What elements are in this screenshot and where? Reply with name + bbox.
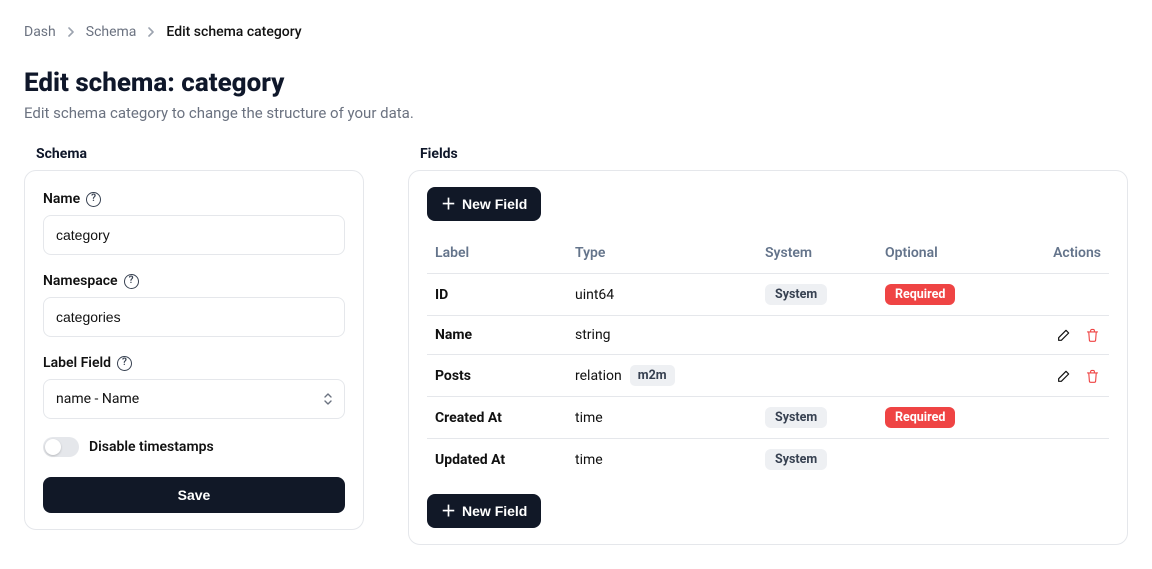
system-badge: System [765, 449, 827, 470]
table-row: Namestring [427, 316, 1109, 355]
breadcrumb-dash[interactable]: Dash [24, 24, 56, 40]
trash-icon[interactable] [1083, 326, 1101, 344]
namespace-label: Namespace ? [43, 273, 345, 289]
field-system: System [765, 284, 885, 305]
edit-icon[interactable] [1055, 326, 1073, 344]
th-actions: Actions [1045, 245, 1101, 261]
field-actions [1045, 326, 1101, 344]
th-type: Type [575, 245, 765, 261]
field-type: string [575, 327, 765, 343]
fields-table-header: Label Type System Optional Actions [427, 233, 1109, 274]
namespace-input[interactable] [43, 297, 345, 337]
chevron-right-icon [68, 27, 74, 37]
new-field-label: New Field [462, 503, 527, 519]
labelfield-value: name - Name [56, 391, 139, 407]
labelfield-label-text: Label Field [43, 355, 111, 371]
name-input[interactable] [43, 215, 345, 255]
new-field-button-bottom[interactable]: ＋ New Field [427, 494, 541, 528]
plus-icon: ＋ [441, 197, 456, 212]
fields-section-label: Fields [408, 146, 1128, 162]
schema-section-label: Schema [24, 146, 364, 162]
fields-table-body: IDuint64SystemRequiredNamestringPostsrel… [427, 274, 1109, 480]
disable-timestamps-toggle[interactable] [43, 437, 79, 457]
th-optional: Optional [885, 245, 1045, 261]
name-label-text: Name [43, 191, 80, 207]
page-title: Edit schema: category [24, 68, 1128, 98]
field-system: System [765, 407, 885, 428]
required-badge: Required [885, 284, 955, 305]
field-actions [1045, 367, 1101, 385]
trash-icon[interactable] [1083, 367, 1101, 385]
disable-timestamps-label: Disable timestamps [89, 439, 214, 455]
plus-icon: ＋ [441, 504, 456, 519]
field-label: Name [435, 327, 575, 343]
page-subtitle: Edit schema category to change the struc… [24, 104, 1128, 122]
th-system: System [765, 245, 885, 261]
new-field-button-top[interactable]: ＋ New Field [427, 187, 541, 221]
field-label: Updated At [435, 452, 575, 468]
labelfield-select[interactable]: name - Name [43, 379, 345, 419]
field-type: relationm2m [575, 365, 765, 386]
breadcrumb-current: Edit schema category [166, 24, 301, 40]
table-row: Created AttimeSystem Required [427, 397, 1109, 439]
type-badge: m2m [630, 365, 675, 386]
schema-card: Name ? Namespace ? Label Field ? [24, 170, 364, 530]
namespace-label-text: Namespace [43, 273, 118, 289]
field-label: Posts [435, 368, 575, 384]
field-optional: Required [885, 407, 1045, 428]
field-label: Created At [435, 410, 575, 426]
labelfield-label: Label Field ? [43, 355, 345, 371]
toggle-knob [45, 439, 61, 455]
name-label: Name ? [43, 191, 345, 207]
help-icon[interactable]: ? [124, 274, 139, 289]
save-button[interactable]: Save [43, 477, 345, 513]
field-type: time [575, 452, 765, 468]
new-field-label: New Field [462, 196, 527, 212]
system-badge: System [765, 284, 827, 305]
field-type: time [575, 410, 765, 426]
required-badge: Required [885, 407, 955, 428]
table-row: Updated AttimeSystem [427, 439, 1109, 480]
breadcrumb-schema[interactable]: Schema [86, 24, 137, 40]
system-badge: System [765, 407, 827, 428]
table-row: IDuint64System Required [427, 274, 1109, 316]
th-label: Label [435, 245, 575, 261]
field-optional: Required [885, 284, 1045, 305]
help-icon[interactable]: ? [86, 192, 101, 207]
chevron-right-icon [148, 27, 154, 37]
field-type: uint64 [575, 287, 765, 303]
breadcrumb: Dash Schema Edit schema category [24, 24, 1128, 40]
fields-card: ＋ New Field Label Type System Optional A… [408, 170, 1128, 545]
edit-icon[interactable] [1055, 367, 1073, 385]
field-system: System [765, 449, 885, 470]
table-row: Postsrelationm2m [427, 355, 1109, 397]
help-icon[interactable]: ? [117, 356, 132, 371]
field-label: ID [435, 287, 575, 303]
